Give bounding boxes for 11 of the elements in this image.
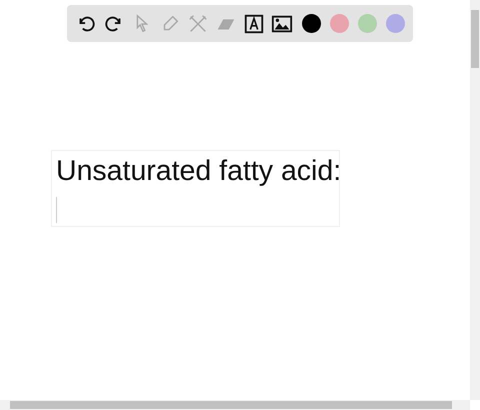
horizontal-scrollbar[interactable] — [0, 400, 470, 410]
color-swatch[interactable] — [386, 14, 405, 33]
vertical-scrollbar[interactable] — [470, 0, 480, 400]
text-caret — [56, 197, 57, 223]
text-box[interactable]: Unsaturated fatty acid: — [51, 150, 340, 227]
color-swatch[interactable] — [330, 14, 349, 33]
text-box-icon[interactable] — [243, 12, 265, 34]
color-swatch[interactable] — [358, 14, 377, 33]
color-swatch[interactable] — [302, 14, 321, 33]
image-icon[interactable] — [271, 12, 293, 34]
text-box-content: Unsaturated fatty acid: — [56, 154, 339, 188]
